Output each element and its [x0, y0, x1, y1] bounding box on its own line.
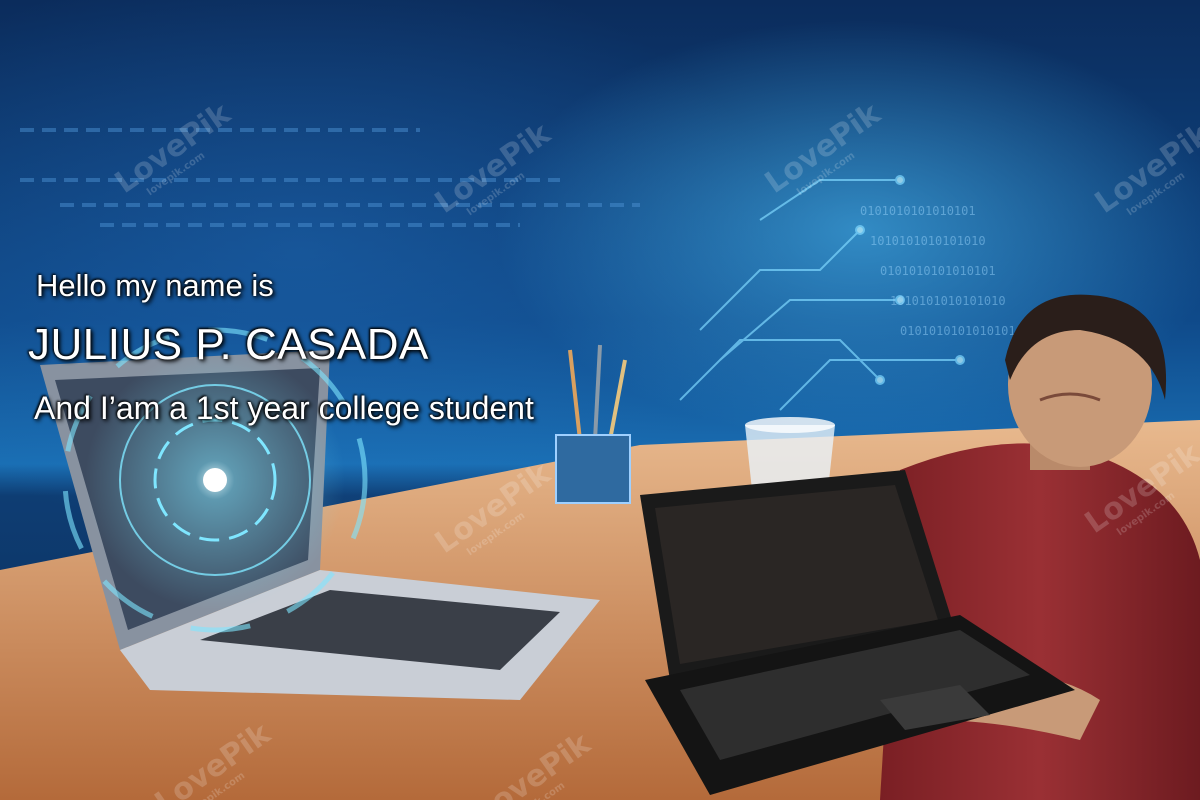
name-heading: JULIUS P. CASADA: [28, 320, 429, 369]
student-status-line: And I’am a 1st year college student: [34, 390, 534, 426]
svg-text:0101010101010101: 0101010101010101: [860, 204, 976, 218]
svg-text:0101010101010101: 0101010101010101: [880, 264, 996, 278]
greeting-line: Hello my name is: [36, 268, 274, 303]
svg-text:1010101010101010: 1010101010101010: [890, 294, 1006, 308]
pencil-cup-icon: [555, 344, 631, 504]
poster-scene: 0101010101010101 1010101010101010 010101…: [0, 0, 1200, 800]
svg-text:0101010101010101: 0101010101010101: [900, 324, 1016, 338]
svg-text:1010101010101010: 1010101010101010: [870, 234, 986, 248]
